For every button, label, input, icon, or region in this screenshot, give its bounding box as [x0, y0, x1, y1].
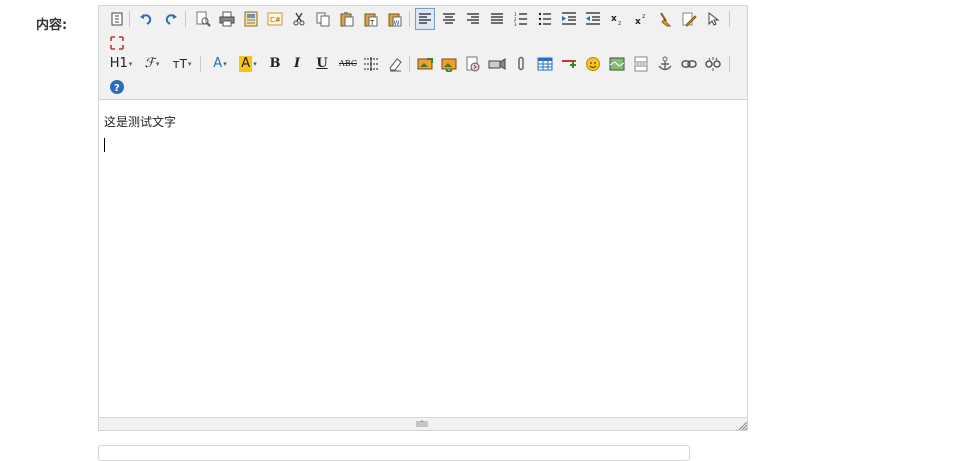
- page-break-icon[interactable]: [631, 53, 651, 75]
- content-text: 这是测试文字: [104, 115, 177, 129]
- indent-icon[interactable]: [559, 8, 579, 30]
- font-color-icon[interactable]: A ▾: [207, 53, 233, 75]
- outdent-icon[interactable]: [583, 8, 603, 30]
- align-justify-icon[interactable]: [487, 8, 507, 30]
- fullscreen-icon[interactable]: [107, 32, 127, 54]
- toolbar-row-2: H1 ▾ ℱ ▾ тT ▾ A ▾ A ▾ B I U ABC: [107, 53, 747, 75]
- table-icon[interactable]: [535, 53, 555, 75]
- svg-text:x: x: [611, 14, 617, 24]
- svg-text:2: 2: [642, 14, 645, 20]
- next-field-input[interactable]: [98, 445, 690, 461]
- flash-icon[interactable]: [463, 53, 483, 75]
- select-all-icon[interactable]: [703, 8, 723, 30]
- remove-format-icon[interactable]: [385, 53, 405, 75]
- font-size-icon[interactable]: тT ▾: [169, 53, 195, 75]
- copy-icon[interactable]: [313, 8, 333, 30]
- font-family-icon[interactable]: ℱ ▾: [139, 53, 165, 75]
- align-right-icon[interactable]: [463, 8, 483, 30]
- toolbar-row-2-wrap: ?: [107, 76, 147, 98]
- bold-icon[interactable]: B: [265, 53, 285, 75]
- paste-icon[interactable]: [337, 8, 357, 30]
- paste-word-icon[interactable]: W: [385, 8, 405, 30]
- editor-resize-bar[interactable]: [99, 417, 747, 430]
- resize-corner-icon[interactable]: [737, 420, 747, 430]
- resize-handle-icon[interactable]: [415, 420, 429, 428]
- subscript-icon[interactable]: x2: [607, 8, 627, 30]
- attachment-icon[interactable]: [511, 53, 531, 75]
- svg-text:C#: C#: [270, 16, 281, 24]
- superscript-icon[interactable]: x2: [631, 8, 651, 30]
- clear-format-icon[interactable]: [655, 8, 675, 30]
- template-icon[interactable]: [241, 8, 261, 30]
- anchor-icon[interactable]: [655, 53, 675, 75]
- rich-text-editor: C# T W 1 2 3 x 2 x 2 H1 ▾ ℱ ▾ тT ▾ A ▾ A…: [98, 5, 748, 431]
- underline-icon[interactable]: U: [312, 53, 332, 75]
- editor-toolbar: C# T W 1 2 3 x 2 x 2 H1 ▾ ℱ ▾ тT ▾ A ▾ A…: [99, 6, 747, 100]
- svg-text:?: ?: [114, 83, 120, 94]
- italic-icon[interactable]: I: [287, 53, 307, 75]
- svg-text:W: W: [394, 20, 400, 27]
- align-center-icon[interactable]: [439, 8, 459, 30]
- content-label: 内容:: [36, 18, 68, 33]
- emoticon-icon[interactable]: [583, 53, 603, 75]
- undo-icon[interactable]: [136, 8, 156, 30]
- align-left-icon[interactable]: [415, 8, 435, 30]
- svg-text:3: 3: [514, 22, 517, 26]
- source-icon[interactable]: [107, 8, 127, 30]
- code-icon[interactable]: C#: [265, 8, 285, 30]
- svg-text:x: x: [635, 17, 641, 26]
- redo-icon[interactable]: [161, 8, 181, 30]
- link-icon[interactable]: [679, 53, 699, 75]
- svg-text:T: T: [369, 19, 375, 27]
- preview-icon[interactable]: [193, 8, 213, 30]
- highlight-color-icon[interactable]: A ▾: [235, 53, 261, 75]
- multi-image-icon[interactable]: [439, 53, 459, 75]
- unordered-list-icon[interactable]: [535, 8, 555, 30]
- heading-icon[interactable]: H1 ▾: [107, 53, 135, 75]
- baidu-map-icon[interactable]: [607, 53, 627, 75]
- quickformat-icon[interactable]: [679, 8, 699, 30]
- paste-plaintext-icon[interactable]: T: [361, 8, 381, 30]
- ordered-list-icon[interactable]: 123: [511, 8, 531, 30]
- text-cursor: [104, 138, 105, 152]
- print-icon[interactable]: [217, 8, 237, 30]
- toolbar-row-1-wrap: [107, 32, 147, 54]
- line-height-icon[interactable]: [361, 53, 381, 75]
- media-icon[interactable]: [487, 53, 507, 75]
- toolbar-row-1: C# T W 1 2 3 x 2 x 2: [107, 8, 747, 30]
- help-icon[interactable]: ?: [107, 76, 127, 98]
- svg-text:2: 2: [618, 21, 621, 26]
- cut-icon[interactable]: [289, 8, 309, 30]
- editor-content-area[interactable]: 这是测试文字: [99, 101, 747, 417]
- image-icon[interactable]: [415, 53, 435, 75]
- horizontal-rule-icon[interactable]: [559, 53, 579, 75]
- strikethrough-icon[interactable]: ABC: [335, 53, 361, 75]
- unlink-icon[interactable]: [703, 53, 723, 75]
